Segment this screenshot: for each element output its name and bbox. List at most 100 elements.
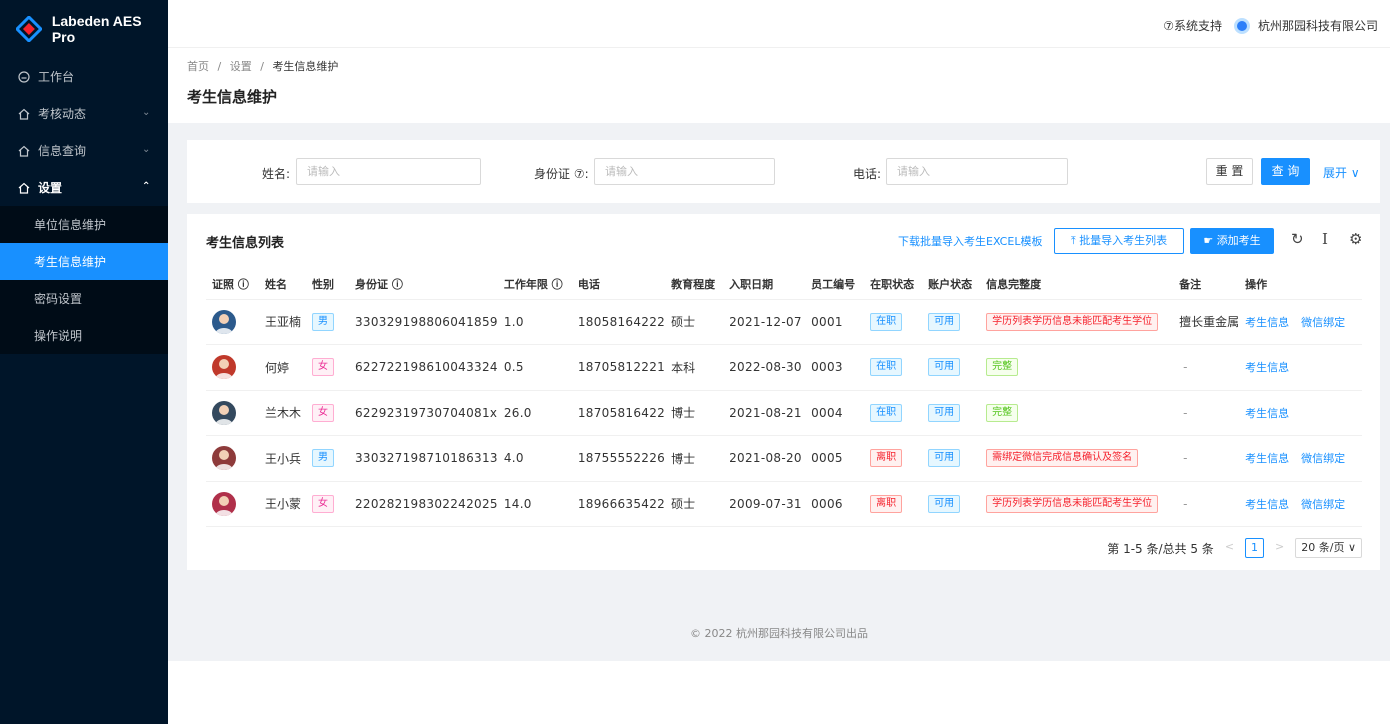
cell-id: 62292319730704081x	[349, 390, 498, 436]
cell-actions: 考生信息 微信绑定	[1239, 299, 1362, 345]
cell-photo	[206, 435, 259, 482]
page-title: 考生信息维护	[187, 88, 278, 106]
batch-import-button[interactable]: ⤒ 批量导入考生列表	[1054, 228, 1184, 254]
cell-photo	[206, 344, 259, 391]
sidebar-item-unit-info[interactable]: 单位信息维护	[0, 206, 168, 243]
add-candidate-button[interactable]: ☛ 添加考生	[1190, 228, 1274, 254]
refresh-icon[interactable]: ↻	[1291, 230, 1304, 248]
phone-input[interactable]: 请输入	[886, 158, 1068, 185]
sidebar-item-instructions[interactable]: 操作说明	[0, 317, 168, 354]
pagination-summary: 第 1-5 条/总共 5 条	[1107, 541, 1214, 556]
cell-years: 0.5	[497, 344, 572, 391]
candidate-photo[interactable]	[212, 491, 236, 516]
cell-gender: 男	[306, 435, 349, 482]
density-icon[interactable]: I	[1322, 230, 1328, 248]
account-status-badge: 可用	[928, 358, 961, 377]
candidate-photo[interactable]	[212, 400, 236, 425]
sidebar-item-label: 考生信息维护	[34, 255, 107, 269]
download-template-link[interactable]: 下载批量导入考生EXCEL模板	[898, 233, 1042, 249]
account-status-badge: 可用	[928, 403, 961, 422]
job-status-badge: 离职	[870, 494, 903, 513]
phone-label: 电话:	[853, 167, 882, 181]
breadcrumb-settings[interactable]: 设置	[230, 60, 252, 73]
candidate-info-link[interactable]: 考生信息	[1245, 407, 1289, 420]
cell-employee-no: 0004	[805, 390, 865, 436]
job-status-badge: 离职	[870, 449, 903, 468]
logo-icon	[16, 16, 42, 42]
cell-photo	[206, 481, 259, 527]
candidate-info-link[interactable]: 考生信息	[1245, 316, 1289, 329]
candidate-photo[interactable]	[212, 309, 236, 334]
id-label: 身份证 ⑦:	[534, 167, 589, 181]
wechat-bind-link[interactable]: 微信绑定	[1301, 452, 1345, 465]
cell-remark: -	[1173, 390, 1240, 436]
cell-name: 兰木木	[259, 390, 306, 436]
cell-years: 14.0	[497, 481, 572, 527]
gender-badge: 男	[312, 449, 334, 468]
column-header: 在职状态	[864, 270, 923, 300]
expand-toggle[interactable]: 展开 ∨	[1323, 164, 1360, 181]
cell-id: 330329198806041859	[349, 299, 498, 345]
candidate-photo[interactable]	[212, 446, 236, 471]
info-completeness-badge: 需绑定微信完成信息确认及签名	[986, 449, 1139, 468]
page-1-button[interactable]: 1	[1245, 538, 1265, 558]
gear-icon[interactable]: ⚙	[1349, 230, 1362, 248]
column-header: 姓名	[259, 270, 306, 300]
sidebar-item-candidate-info[interactable]: 考生信息维护	[0, 243, 168, 280]
app-logo[interactable]: Labeden AES Pro	[0, 0, 168, 58]
cell-actions: 考生信息	[1239, 390, 1362, 436]
prev-page-button[interactable]: <	[1220, 538, 1239, 558]
query-button[interactable]: 查 询	[1261, 158, 1310, 185]
sidebar-item-exam-news[interactable]: 考核动态 ⌄	[0, 95, 168, 132]
sidebar-item-workbench[interactable]: 工作台	[0, 58, 168, 95]
reset-button[interactable]: 重 置	[1206, 158, 1253, 185]
cell-remark: -	[1173, 435, 1240, 482]
breadcrumb-current: 考生信息维护	[272, 60, 339, 73]
cell-gender: 女	[306, 344, 349, 391]
job-status-badge: 在职	[870, 312, 903, 331]
wechat-bind-link[interactable]: 微信绑定	[1301, 498, 1345, 511]
column-header: 工作年限 ⓘ	[497, 270, 572, 300]
cell-id: 220282198302242025	[349, 481, 498, 527]
cell-account-status: 可用	[922, 344, 981, 391]
system-support-link[interactable]: ⑦系统支持	[1163, 17, 1222, 34]
info-completeness-badge: 学历列表学历信息未能匹配考生学位	[986, 494, 1159, 513]
name-input[interactable]: 请输入	[296, 158, 481, 185]
cell-education: 博士	[665, 435, 724, 482]
table-row: 兰木木女 62292319730704081x 26.0 18705816422 博士 2…	[206, 390, 1362, 436]
cell-info-completeness: 需绑定微信完成信息确认及签名	[980, 435, 1174, 482]
company-menu[interactable]: 杭州那园科技有限公司	[1233, 17, 1378, 34]
column-header: 员工编号	[805, 270, 865, 300]
cell-info-completeness: 完整	[980, 390, 1174, 436]
breadcrumb-home[interactable]: 首页	[187, 60, 209, 73]
column-header: 入职日期	[723, 270, 806, 300]
cell-phone: 18705816422	[571, 390, 666, 436]
table-body: 王亚楠男 330329198806041859 1.0 18058164222 硕士 20…	[206, 299, 1362, 527]
cell-job-status: 离职	[864, 481, 923, 527]
pointer-icon: ☛	[1203, 234, 1214, 247]
next-page-button[interactable]: >	[1270, 538, 1289, 558]
cell-name: 王小蒙	[259, 481, 306, 527]
dashboard-icon	[18, 70, 30, 83]
name-label: 姓名:	[262, 167, 291, 181]
cell-photo	[206, 390, 259, 436]
cell-employee-no: 0003	[805, 344, 865, 391]
cell-gender: 女	[306, 481, 349, 527]
sidebar-item-label: 操作说明	[34, 329, 83, 343]
candidate-info-link[interactable]: 考生信息	[1245, 361, 1289, 374]
cell-job-status: 在职	[864, 299, 923, 345]
id-input[interactable]: 请输入	[594, 158, 775, 185]
wechat-bind-link[interactable]: 微信绑定	[1301, 316, 1345, 329]
cell-job-status: 在职	[864, 344, 923, 391]
cell-employee-no: 0006	[805, 481, 865, 527]
sidebar-item-settings[interactable]: 设置 ⌃	[0, 169, 168, 206]
table-header-row: 证照 ⓘ 姓名 性别 身份证 ⓘ 工作年限 ⓘ 电话 教育程度 入职日期 员工编…	[206, 270, 1362, 300]
candidate-info-link[interactable]: 考生信息	[1245, 498, 1289, 511]
sidebar-item-label: 设置	[38, 181, 63, 195]
page-size-select[interactable]: 20 条/页 ∨	[1295, 538, 1362, 558]
candidate-photo[interactable]	[212, 355, 236, 380]
sidebar-item-password[interactable]: 密码设置	[0, 280, 168, 317]
cell-phone: 18058164222	[571, 299, 666, 345]
sidebar-item-info-query[interactable]: 信息查询 ⌄	[0, 132, 168, 169]
candidate-info-link[interactable]: 考生信息	[1245, 452, 1289, 465]
